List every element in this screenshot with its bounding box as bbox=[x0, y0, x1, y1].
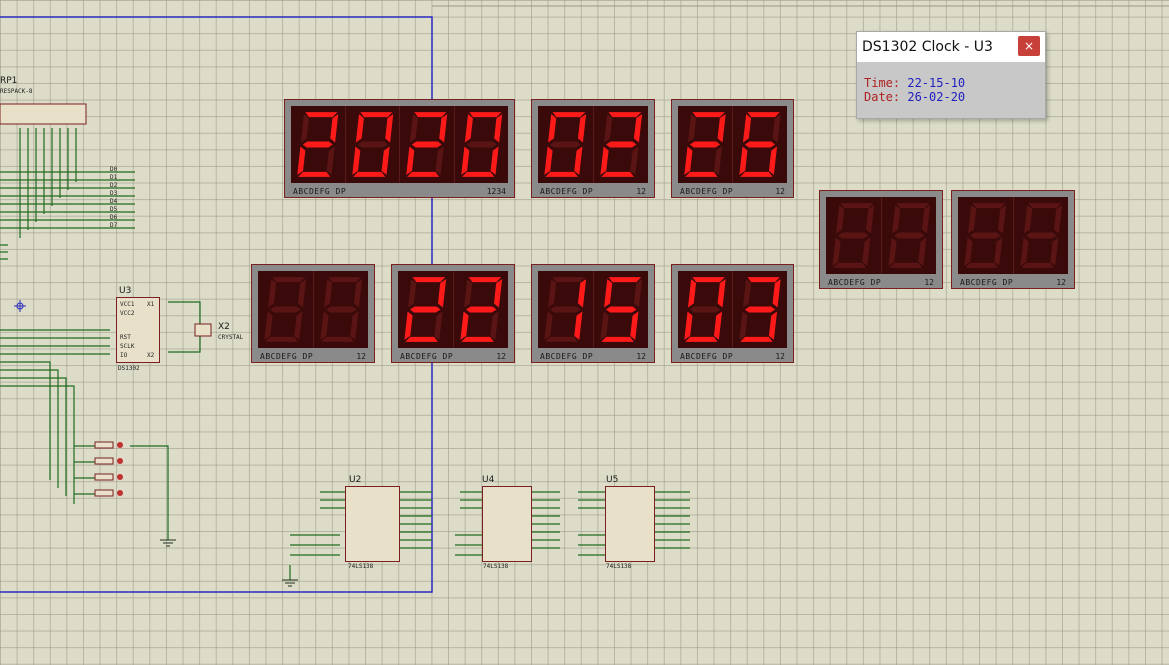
display-pin-label: ABCDEFG DP bbox=[960, 278, 1014, 287]
u3-part: DS1302 bbox=[118, 365, 140, 372]
display-screen bbox=[678, 271, 787, 348]
seven-segment-digit bbox=[398, 271, 454, 348]
seven-segment-digit bbox=[538, 106, 594, 183]
rp1-part: RESPACK-8 bbox=[0, 88, 33, 95]
seven-segment-digit bbox=[733, 106, 787, 183]
seven-segment-digit bbox=[314, 271, 369, 348]
bus-label: D5 bbox=[110, 206, 118, 213]
display-common-label: 12 bbox=[636, 187, 646, 196]
display-common-label: 12 bbox=[636, 352, 646, 361]
display-common-label: 12 bbox=[775, 352, 785, 361]
display-hour[interactable]: ABCDEFG DP 12 bbox=[391, 264, 515, 363]
u5-part: 74LS138 bbox=[606, 563, 632, 570]
seven-segment-digit bbox=[594, 106, 649, 183]
u5-ref: U5 bbox=[606, 475, 619, 485]
display-screen bbox=[678, 106, 787, 183]
seven-segment-digit bbox=[454, 271, 509, 348]
display-month[interactable]: ABCDEFG DP 12 bbox=[531, 99, 655, 198]
seven-segment-digit bbox=[594, 271, 649, 348]
u4-ref: U4 bbox=[482, 475, 495, 485]
display-pin-label: ABCDEFG DP bbox=[680, 187, 734, 196]
seven-segment-digit bbox=[1014, 197, 1069, 274]
display-common-label: 12 bbox=[1056, 278, 1066, 287]
x2-part: CRYSTAL bbox=[218, 334, 244, 341]
display-common-label: 1234 bbox=[486, 187, 506, 196]
date-value: 26-02-20 bbox=[907, 90, 966, 104]
bus-label: D2 bbox=[110, 182, 118, 189]
seven-segment-digit bbox=[258, 271, 314, 348]
u2-decoder-chip[interactable] bbox=[345, 486, 400, 562]
display-common-label: 12 bbox=[356, 352, 366, 361]
display-screen bbox=[538, 271, 648, 348]
display-screen bbox=[826, 197, 936, 274]
display-screen bbox=[958, 197, 1068, 274]
u4-decoder-chip[interactable] bbox=[482, 486, 532, 562]
u3-pin-x1: X1 bbox=[147, 301, 155, 308]
display-pin-label: ABCDEFG DP bbox=[828, 278, 882, 287]
bus-label: D6 bbox=[110, 214, 118, 221]
u2-part: 74LS138 bbox=[348, 563, 374, 570]
bus-label: D0 bbox=[110, 166, 118, 173]
display-pin-label: ABCDEFG DP bbox=[260, 352, 314, 361]
display-year[interactable]: ABCDEFG DP 1234 bbox=[284, 99, 515, 198]
close-icon[interactable]: × bbox=[1018, 36, 1040, 56]
display-pin-label: ABCDEFG DP bbox=[540, 187, 594, 196]
u3-pin-sclk: SCLK bbox=[120, 343, 135, 350]
popup-title: DS1302 Clock - U3 bbox=[862, 39, 993, 55]
display-common-label: 12 bbox=[496, 352, 506, 361]
u3-pin-vcc2: VCC2 bbox=[120, 310, 135, 317]
time-value: 22-15-10 bbox=[907, 76, 966, 90]
u3-pin-rst: RST bbox=[120, 334, 131, 341]
u4-part: 74LS138 bbox=[483, 563, 509, 570]
u3-pin-vcc1: VCC1 bbox=[120, 301, 135, 308]
u2-ref: U2 bbox=[349, 475, 362, 485]
popup-titlebar[interactable]: DS1302 Clock - U3 × bbox=[857, 32, 1045, 62]
display-minute[interactable]: ABCDEFG DP 12 bbox=[531, 264, 655, 363]
seven-segment-digit bbox=[678, 106, 733, 183]
ds1302-clock-popup[interactable]: DS1302 Clock - U3 × Time: 22-15-10 Date:… bbox=[856, 31, 1046, 119]
date-label: Date: bbox=[864, 90, 901, 104]
seven-segment-digit bbox=[291, 106, 346, 183]
display-pin-label: ABCDEFG DP bbox=[540, 352, 594, 361]
x2-ref: X2 bbox=[218, 322, 230, 332]
u3-ref: U3 bbox=[119, 286, 132, 296]
u3-pin-x2: X2 bbox=[147, 352, 155, 359]
display-screen bbox=[398, 271, 508, 348]
display-screen bbox=[291, 106, 508, 183]
schematic-canvas[interactable]: RP1 RESPACK-8 D0 D1 D2 D3 D4 D5 D6 D7 VCC1 VCC2… bbox=[0, 0, 1169, 665]
display-blank-1[interactable]: ABCDEFG DP 12 bbox=[251, 264, 375, 363]
display-blank-3[interactable]: ABCDEFG DP 12 bbox=[951, 190, 1075, 289]
u3-ds1302-chip[interactable]: VCC1 VCC2 RST SCLK IO X1 X2 bbox=[116, 297, 160, 363]
display-screen bbox=[258, 271, 368, 348]
seven-segment-digit bbox=[678, 271, 733, 348]
bus-label: D1 bbox=[110, 174, 118, 181]
seven-segment-digit bbox=[455, 106, 509, 183]
display-blank-2[interactable]: ABCDEFG DP 12 bbox=[819, 190, 943, 289]
u3-pin-io: IO bbox=[120, 352, 128, 359]
display-second[interactable]: ABCDEFG DP 12 bbox=[671, 264, 794, 363]
u5-decoder-chip[interactable] bbox=[605, 486, 655, 562]
seven-segment-digit bbox=[826, 197, 882, 274]
time-label: Time: bbox=[864, 76, 901, 90]
seven-segment-digit bbox=[400, 106, 455, 183]
seven-segment-digit bbox=[958, 197, 1014, 274]
display-pin-label: ABCDEFG DP bbox=[293, 187, 347, 196]
bus-label: D3 bbox=[110, 190, 118, 197]
seven-segment-digit bbox=[346, 106, 400, 183]
seven-segment-digit bbox=[733, 271, 787, 348]
bus-label: D4 bbox=[110, 198, 118, 205]
bus-label: D7 bbox=[110, 222, 118, 229]
display-pin-label: ABCDEFG DP bbox=[680, 352, 734, 361]
seven-segment-digit bbox=[882, 197, 937, 274]
seven-segment-digit bbox=[538, 271, 594, 348]
display-pin-label: ABCDEFG DP bbox=[400, 352, 454, 361]
display-day[interactable]: ABCDEFG DP 12 bbox=[671, 99, 794, 198]
popup-readout: Time: 22-15-10 Date: 26-02-20 bbox=[864, 76, 965, 104]
rp1-ref: RP1 bbox=[0, 76, 18, 86]
display-common-label: 12 bbox=[775, 187, 785, 196]
display-screen bbox=[538, 106, 648, 183]
display-common-label: 12 bbox=[924, 278, 934, 287]
